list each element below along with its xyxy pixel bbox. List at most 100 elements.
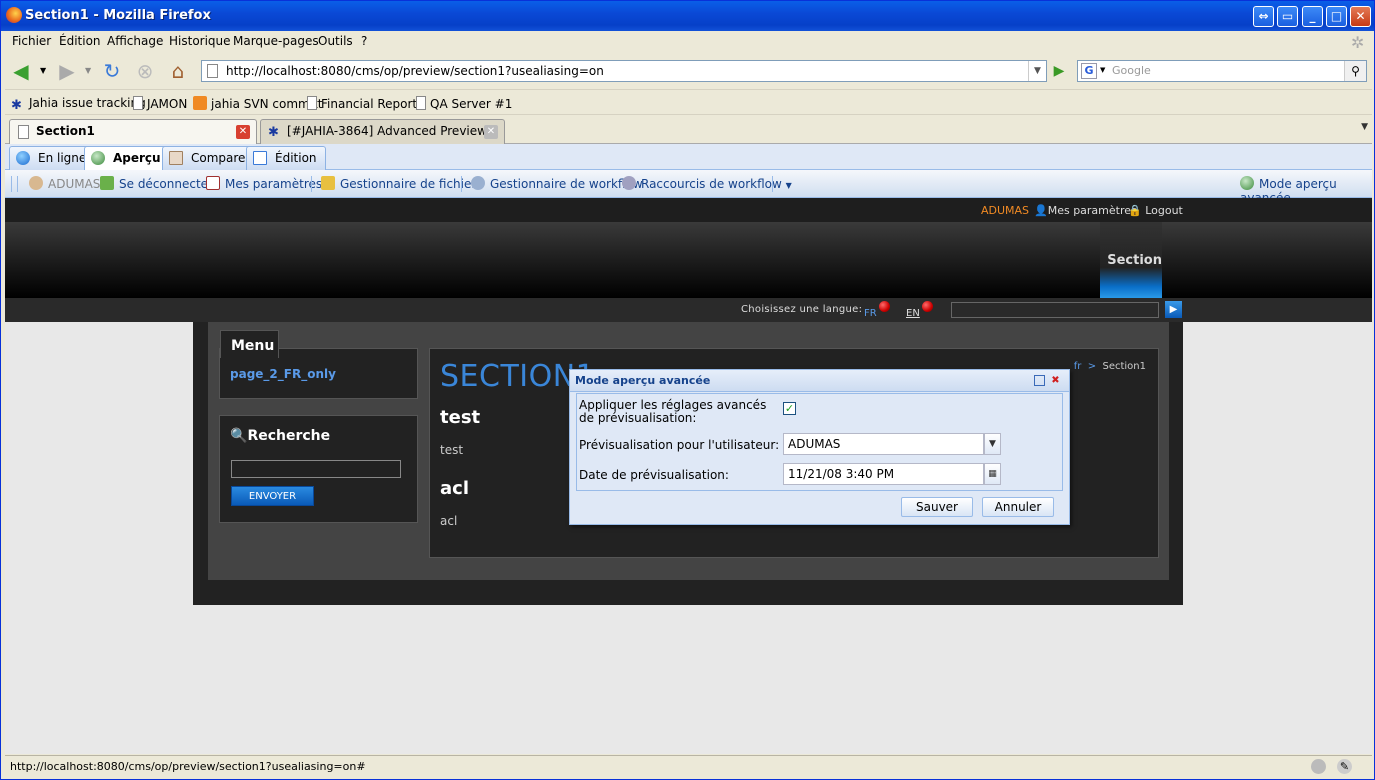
- status-text: http://localhost:8080/cms/op/preview/sec…: [10, 760, 366, 773]
- bookmark-jahia-issue-tracking[interactable]: ✱ Jahia issue tracking: [11, 96, 146, 113]
- calendar-icon[interactable]: ▦: [984, 463, 1001, 485]
- back-history-icon[interactable]: ▼: [40, 66, 46, 75]
- cancel-button[interactable]: Annuler: [982, 497, 1054, 517]
- envoyer-button[interactable]: ENVOYER: [231, 486, 314, 506]
- gear-icon: [622, 176, 636, 190]
- content-text-acl: acl: [440, 514, 458, 528]
- search-input[interactable]: G ▼ Google ⚲: [1077, 60, 1367, 82]
- site-logout-link[interactable]: 🔒 Logout: [1128, 204, 1183, 217]
- menu-help[interactable]: ?: [361, 34, 367, 48]
- tab-apercu[interactable]: Aperçu: [84, 146, 170, 171]
- pencil-icon[interactable]: ✎: [1337, 759, 1352, 774]
- menu-affichage[interactable]: Affichage: [107, 34, 163, 48]
- separator: [772, 176, 773, 192]
- title-bar: Section1 - Mozilla Firefox ⇔ ▭ _ □ ✕: [1, 1, 1374, 31]
- search-icon[interactable]: ⚲: [1344, 61, 1366, 81]
- jahia-mode-bar: En ligne Aperçu Comparer Édition: [5, 144, 1372, 171]
- bookmark-financial-reports[interactable]: Financial Reports: [307, 96, 423, 111]
- search-engine-dropdown-icon[interactable]: ▼: [1100, 66, 1105, 74]
- menu-edition[interactable]: Édition: [59, 34, 101, 48]
- content-heading-acl: acl: [440, 478, 469, 499]
- tab-comparer[interactable]: Comparer: [162, 146, 260, 170]
- tab-en-ligne[interactable]: En ligne: [9, 146, 96, 170]
- apply-settings-label: Appliquer les réglages avancés de prévis…: [579, 398, 767, 425]
- nav-tab-section[interactable]: Section: [1100, 222, 1162, 298]
- globe-icon: [16, 151, 30, 165]
- google-icon[interactable]: G: [1081, 63, 1097, 79]
- forward-icon[interactable]: ▶: [55, 59, 79, 83]
- breadcrumb-lang-link[interactable]: fr: [1074, 361, 1082, 372]
- menu-fichier[interactable]: Fichier: [12, 34, 51, 48]
- separator: [461, 176, 462, 192]
- workflow-shortcuts-menu[interactable]: Raccourcis de workflow ▼: [622, 176, 792, 191]
- lang-en-link[interactable]: EN: [906, 308, 920, 319]
- page-icon: [416, 96, 426, 110]
- maximize-icon[interactable]: [1034, 375, 1045, 386]
- restore-icon[interactable]: ▭: [1277, 6, 1298, 27]
- site-settings-link[interactable]: 👤Mes paramètres: [1034, 204, 1137, 217]
- tab-list-dropdown-icon[interactable]: ▼: [1361, 122, 1368, 132]
- lang-fr-flag-icon[interactable]: [879, 301, 890, 312]
- menu-outils[interactable]: Outils: [318, 34, 353, 48]
- restore-size-button[interactable]: ⇔: [1253, 6, 1274, 27]
- current-user: ADUMAS: [29, 176, 100, 191]
- url-history-dropdown-icon[interactable]: ▼: [1028, 61, 1046, 81]
- bookmark-jahia-svn[interactable]: jahia SVN committ: [193, 96, 322, 111]
- save-button[interactable]: Sauver: [901, 497, 973, 517]
- preview-date-field[interactable]: 11/21/08 3:40 PM: [783, 463, 984, 485]
- close-tab-icon[interactable]: ✕: [236, 125, 250, 139]
- menu-bar: Fichier Édition Affichage Historique Mar…: [5, 31, 1372, 53]
- close-button[interactable]: ✕: [1350, 6, 1371, 27]
- content-heading-test: test: [440, 407, 481, 428]
- bookmark-jamon[interactable]: JAMON: [133, 96, 187, 111]
- tab-edition[interactable]: Édition: [246, 146, 326, 170]
- url-text: http://localhost:8080/cms/op/preview/sec…: [226, 64, 604, 78]
- back-icon[interactable]: ◀: [9, 59, 33, 83]
- home-icon[interactable]: ⌂: [166, 59, 190, 83]
- logout-icon: [100, 176, 114, 190]
- maximize-button[interactable]: □: [1326, 6, 1347, 27]
- go-icon[interactable]: ▶: [1049, 61, 1069, 81]
- minimize-button[interactable]: _: [1302, 6, 1323, 27]
- url-bar[interactable]: http://localhost:8080/cms/op/preview/sec…: [201, 60, 1047, 82]
- breadcrumb-page: Section1: [1102, 361, 1146, 372]
- rss-icon: [193, 96, 207, 110]
- stop-icon[interactable]: ⊗: [133, 59, 157, 83]
- menu-marque-pages[interactable]: Marque-pages: [233, 34, 319, 48]
- my-settings-button[interactable]: Mes paramètres: [206, 176, 322, 191]
- bookmark-qa-server[interactable]: QA Server #1: [416, 96, 512, 111]
- forward-history-icon[interactable]: ▼: [85, 66, 91, 75]
- file-manager-button[interactable]: Gestionnaire de fichiers: [321, 176, 483, 191]
- apply-settings-checkbox[interactable]: ✓: [783, 402, 796, 415]
- preview-user-label: Prévisualisation pour l'utilisateur:: [579, 438, 780, 452]
- close-icon[interactable]: ✖: [1050, 375, 1061, 386]
- preview-user-combo[interactable]: ADUMAS: [783, 433, 984, 455]
- user-icon: 👤: [1034, 204, 1048, 217]
- workflow-icon: [471, 176, 485, 190]
- preview-date-label: Date de prévisualisation:: [579, 468, 729, 482]
- menu-historique[interactable]: Historique: [169, 34, 231, 48]
- site-banner: Section: [5, 222, 1372, 298]
- site-search-field[interactable]: [231, 460, 401, 478]
- site-top-bar: ADUMAS 👤Mes paramètres 🔒 Logout: [5, 198, 1372, 222]
- site-search-input[interactable]: [951, 302, 1159, 318]
- language-label: Choisissez une langue:: [741, 304, 863, 315]
- close-tab-icon[interactable]: ✕: [484, 125, 498, 139]
- chevron-down-icon: ▼: [785, 181, 792, 190]
- logout-button[interactable]: Se déconnecter: [100, 176, 213, 191]
- lang-en-flag-icon[interactable]: [922, 301, 933, 312]
- menu-link-page-2[interactable]: page_2_FR_only: [230, 367, 336, 381]
- workflow-manager-button[interactable]: Gestionnaire de workflow: [471, 176, 643, 191]
- separator: [311, 176, 312, 192]
- browser-window: Section1 - Mozilla Firefox ⇔ ▭ _ □ ✕ Fic…: [0, 0, 1375, 780]
- site-search-go-icon[interactable]: ▶: [1165, 301, 1182, 318]
- tab-jahia-3864[interactable]: ✱ [#JAHIA-3864] Advanced Preview Mo... ✕: [260, 119, 505, 161]
- site-user-link[interactable]: ADUMAS: [981, 204, 1029, 217]
- dialog-form: Appliquer les réglages avancés de prévis…: [576, 393, 1063, 491]
- settings-icon: [206, 176, 220, 190]
- chevron-down-icon[interactable]: ▼: [984, 433, 1001, 455]
- lang-fr-link[interactable]: FR: [864, 308, 877, 319]
- reload-icon[interactable]: ↻: [100, 59, 124, 83]
- tab-section1[interactable]: Section1 ✕: [9, 119, 257, 145]
- page-icon: [307, 96, 317, 110]
